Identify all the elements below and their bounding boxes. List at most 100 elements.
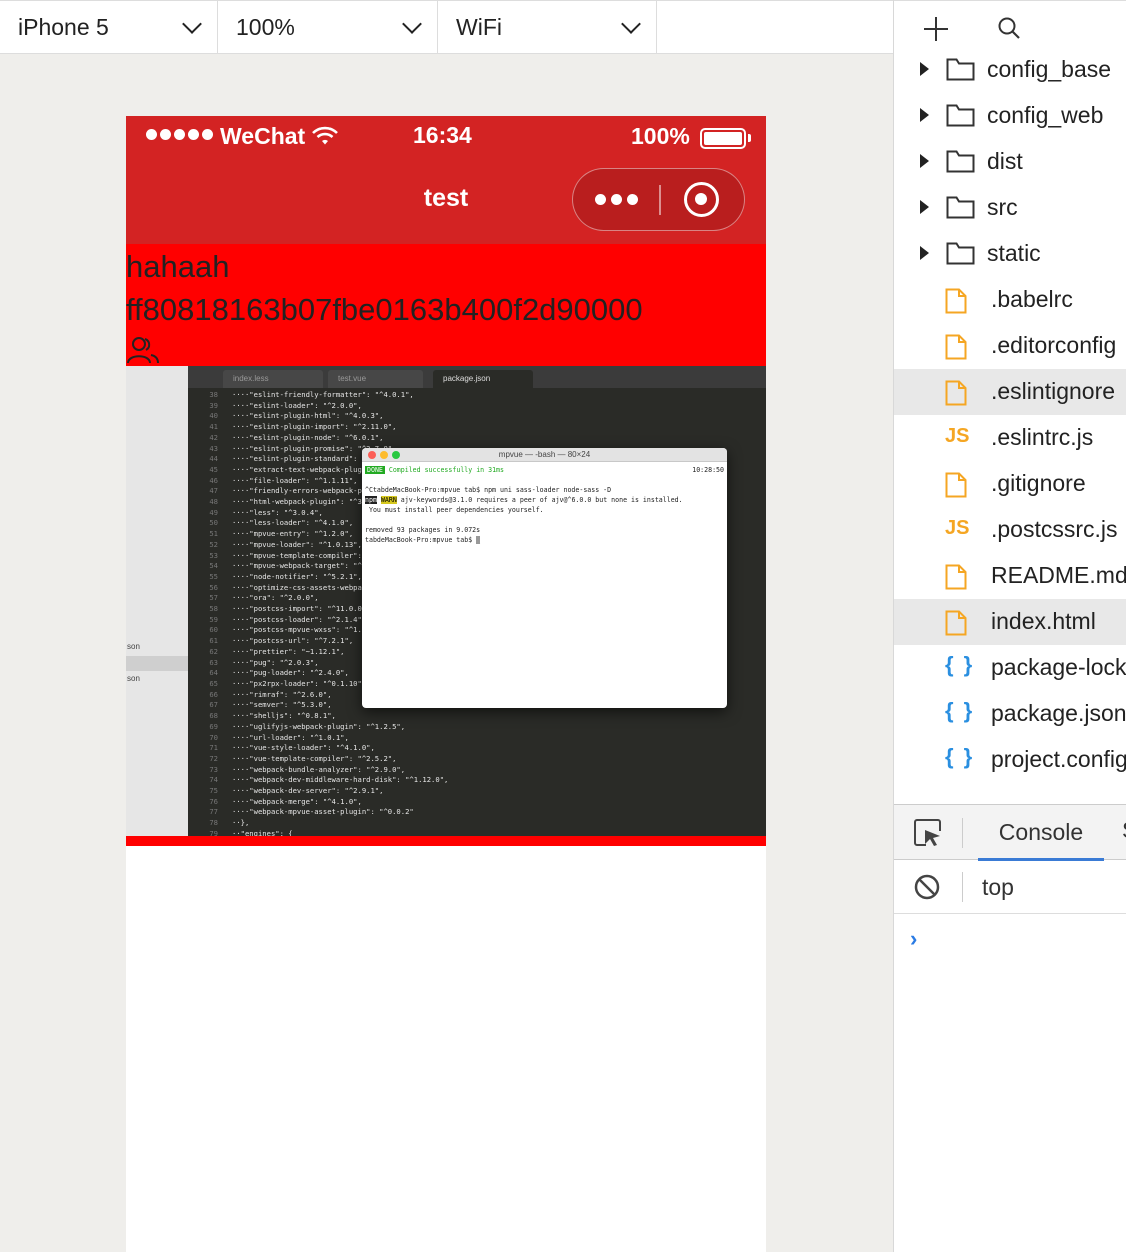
code-line: 78 ··}, xyxy=(188,818,453,829)
clear-console-icon[interactable] xyxy=(914,874,940,900)
editor-tabbar: index.less test.vue package.json xyxy=(188,366,766,388)
code-line: 77 ····"webpack-mpvue-asset-plugin": "^0.… xyxy=(188,807,453,818)
chevron-down-icon xyxy=(182,13,202,34)
file-icon xyxy=(945,288,967,314)
line-number: 79 xyxy=(209,828,218,838)
code-text: ····"ora": "^2.0.0", xyxy=(232,593,319,603)
context-divider xyxy=(962,872,963,902)
zoom-select[interactable]: 100% xyxy=(218,1,438,53)
line-number: 69 xyxy=(209,721,218,731)
code-line: 71 ····"vue-style-loader": "^4.1.0", xyxy=(188,743,453,754)
tree-item-label: package-lock.json xyxy=(991,654,1126,680)
more-button[interactable] xyxy=(573,169,659,229)
code-text: ····"pug-loader": "^2.4.0", xyxy=(232,668,349,678)
line-number: 67 xyxy=(209,700,218,710)
chevron-down-icon xyxy=(402,13,422,34)
context-selector[interactable]: top xyxy=(982,874,1014,901)
tree-item-label: src xyxy=(987,194,1018,220)
add-icon[interactable] xyxy=(924,17,948,41)
tree-item[interactable]: index.html xyxy=(894,599,1126,645)
close-dot-icon xyxy=(368,451,376,459)
code-line: 69 ····"uglifyjs-webpack-plugin": "^1.2.5… xyxy=(188,722,453,733)
signal-dots-icon xyxy=(146,129,213,140)
line-number: 39 xyxy=(209,400,218,410)
status-bar: WeChat 16:34 100% xyxy=(126,116,766,158)
editor-tab: index.less xyxy=(223,370,323,388)
tree-item[interactable]: README.md xyxy=(894,553,1126,599)
search-icon[interactable] xyxy=(998,17,1020,39)
line-number: 61 xyxy=(209,636,218,646)
navigation-bar: test xyxy=(126,158,766,244)
line-number: 66 xyxy=(209,689,218,699)
tree-item-label: static xyxy=(987,240,1041,266)
line-number: 47 xyxy=(209,486,218,496)
content-box: hahaah ff80818163b07fbe0163b400f2d90000 xyxy=(126,244,766,366)
terminal-output: DONE Compiled successfully in 31ms 10:28:… xyxy=(365,466,724,544)
tree-item[interactable]: .babelrc xyxy=(894,277,1126,323)
tree-item-label: README.md xyxy=(991,562,1126,588)
code-text: ··}, xyxy=(232,818,250,828)
caret-right-icon[interactable] xyxy=(920,62,929,76)
tree-item-label: config_base xyxy=(987,56,1112,82)
caret-right-icon[interactable] xyxy=(920,246,929,260)
explorer-toolbar xyxy=(894,0,1126,54)
tab-next[interactable]: S xyxy=(1122,817,1126,844)
compiled-text: Compiled successfully in 31ms xyxy=(384,466,504,474)
tree-item[interactable]: .eslintignore xyxy=(894,369,1126,415)
tree-item[interactable]: JS .eslintrc.js xyxy=(894,415,1126,461)
code-text: ····"less-loader": "^4.1.0", xyxy=(232,518,354,528)
tree-item[interactable]: config_base xyxy=(894,47,1126,93)
menu-capsule xyxy=(572,168,745,231)
line-number: 48 xyxy=(209,497,218,507)
editor-tab: package.json xyxy=(433,370,533,388)
inspect-element-icon[interactable] xyxy=(914,819,942,847)
tree-item[interactable]: { } package-lock.json xyxy=(894,645,1126,691)
code-text: ····"webpack-merge": "^4.1.0", xyxy=(232,796,362,806)
code-text: ····"px2rpx-loader": "^0.1.10", xyxy=(232,678,367,688)
tree-item[interactable]: JS .postcssrc.js xyxy=(894,507,1126,553)
file-icon xyxy=(945,380,967,406)
console-prompt[interactable]: › xyxy=(910,926,917,952)
line-number: 59 xyxy=(209,614,218,624)
chevron-down-icon xyxy=(621,13,641,34)
network-select[interactable]: WiFi xyxy=(438,1,657,53)
line-number: 60 xyxy=(209,625,218,635)
json-file-icon: { } xyxy=(945,652,975,677)
code-line: 74 ····"webpack-dev-middleware-hard-disk"… xyxy=(188,775,453,786)
line-number: 45 xyxy=(209,464,218,474)
tree-item-label: .editorconfig xyxy=(991,332,1117,358)
tree-item[interactable]: { } package.json xyxy=(894,691,1126,737)
code-text: ····"eslint-loader": "^2.0.0", xyxy=(232,400,362,410)
line-number: 75 xyxy=(209,786,218,796)
caret-right-icon[interactable] xyxy=(920,108,929,122)
line-number: 44 xyxy=(209,454,218,464)
minimize-dot-icon xyxy=(380,451,388,459)
code-text: ····"eslint-plugin-import": "^2.11.0", xyxy=(232,422,397,432)
editor-tab: test.vue xyxy=(328,370,423,388)
caret-right-icon[interactable] xyxy=(920,200,929,214)
js-file-icon: JS xyxy=(945,425,970,447)
caret-right-icon[interactable] xyxy=(920,154,929,168)
code-line: 76 ····"webpack-merge": "^4.1.0", xyxy=(188,797,453,808)
device-select[interactable]: iPhone 5 xyxy=(0,1,218,53)
terminal-command: ^CtabdeMacBook-Pro:mpvue tab$ npm uni sa… xyxy=(365,486,612,494)
tree-item[interactable]: config_web xyxy=(894,93,1126,139)
file-icon xyxy=(945,334,967,360)
tree-item[interactable]: static xyxy=(894,231,1126,277)
capsule-divider xyxy=(659,185,661,215)
tree-item[interactable]: src xyxy=(894,185,1126,231)
line-number: 62 xyxy=(209,646,218,656)
close-mini-program-button[interactable] xyxy=(684,182,719,217)
content-text-2: ff80818163b07fbe0163b400f2d90000 xyxy=(126,292,643,327)
line-number: 50 xyxy=(209,518,218,528)
file-tree: config_base config_web dist src static .babel… xyxy=(894,47,1126,783)
line-number: 51 xyxy=(209,529,218,539)
tree-item[interactable]: { } project.config.json xyxy=(894,737,1126,783)
tab-console[interactable]: Console xyxy=(978,805,1104,861)
terminal-titlebar: mpvue — -bash — 80×24 xyxy=(362,448,727,462)
tree-item[interactable]: .gitignore xyxy=(894,461,1126,507)
warn-message: ajv-keywords@3.1.0 requires a peer of aj… xyxy=(396,496,683,504)
tree-item[interactable]: .editorconfig xyxy=(894,323,1126,369)
tree-item[interactable]: dist xyxy=(894,139,1126,185)
line-number: 38 xyxy=(209,390,218,399)
